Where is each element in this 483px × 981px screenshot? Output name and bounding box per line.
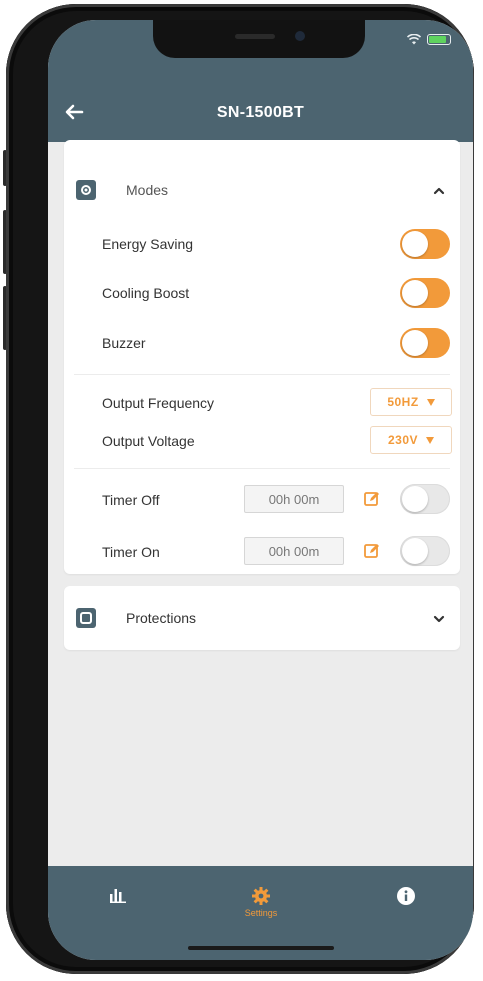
output-frequency-select[interactable]: 50HZ (370, 388, 452, 416)
cooling-boost-toggle[interactable] (400, 278, 450, 308)
edit-icon[interactable] (363, 490, 381, 508)
modes-card: Modes Energy Saving Cooling Boost Buzzer… (64, 140, 460, 574)
cooling-boost-label: Cooling Boost (102, 285, 190, 301)
buzzer-toggle[interactable] (400, 328, 450, 358)
output-frequency-value: 50HZ (387, 395, 419, 409)
protections-section-icon (76, 608, 96, 628)
wifi-icon (407, 34, 421, 45)
timer-on-label: Timer On (102, 544, 160, 560)
modes-section-label[interactable]: Modes (126, 182, 168, 198)
timer-off-toggle[interactable] (400, 484, 450, 514)
status-bar (407, 34, 451, 45)
app-screen: SN-1500BT Modes Energy Saving Cooling Bo… (48, 20, 473, 960)
dropdown-arrow-icon (426, 436, 435, 444)
output-voltage-label: Output Voltage (102, 433, 195, 449)
dropdown-arrow-icon (426, 398, 435, 406)
output-frequency-label: Output Frequency (102, 395, 215, 411)
chevron-up-icon[interactable] (432, 184, 446, 198)
edit-icon[interactable] (363, 542, 381, 560)
protections-card[interactable]: Protections (64, 586, 460, 650)
notch (153, 20, 365, 58)
app-header: SN-1500BT (48, 20, 473, 142)
tab-settings[interactable]: Settings (228, 886, 294, 926)
gear-icon (252, 887, 270, 905)
chevron-down-icon[interactable] (432, 612, 446, 626)
timer-off-label: Timer Off (102, 492, 160, 508)
info-icon (397, 887, 415, 905)
protections-section-label: Protections (126, 610, 197, 626)
modes-section-icon (76, 180, 96, 200)
output-voltage-select[interactable]: 230V (370, 426, 452, 454)
page-title: SN-1500BT (216, 104, 305, 121)
bar-chart-icon (110, 889, 126, 903)
divider (74, 468, 450, 469)
tab-statistics[interactable] (98, 886, 138, 926)
timer-on-toggle[interactable] (400, 536, 450, 566)
tab-settings-label: Settings (244, 908, 278, 918)
output-voltage-value: 230V (387, 433, 419, 447)
timer-on-value[interactable]: 00h 00m (244, 537, 344, 565)
tab-bar: Settings (48, 866, 473, 960)
timer-off-value[interactable]: 00h 00m (244, 485, 344, 513)
battery-icon (427, 34, 451, 45)
buzzer-label: Buzzer (102, 335, 146, 351)
tab-info[interactable] (386, 886, 426, 926)
divider (74, 374, 450, 375)
energy-saving-toggle[interactable] (400, 229, 450, 259)
energy-saving-label: Energy Saving (102, 236, 194, 252)
home-indicator[interactable] (188, 946, 334, 950)
